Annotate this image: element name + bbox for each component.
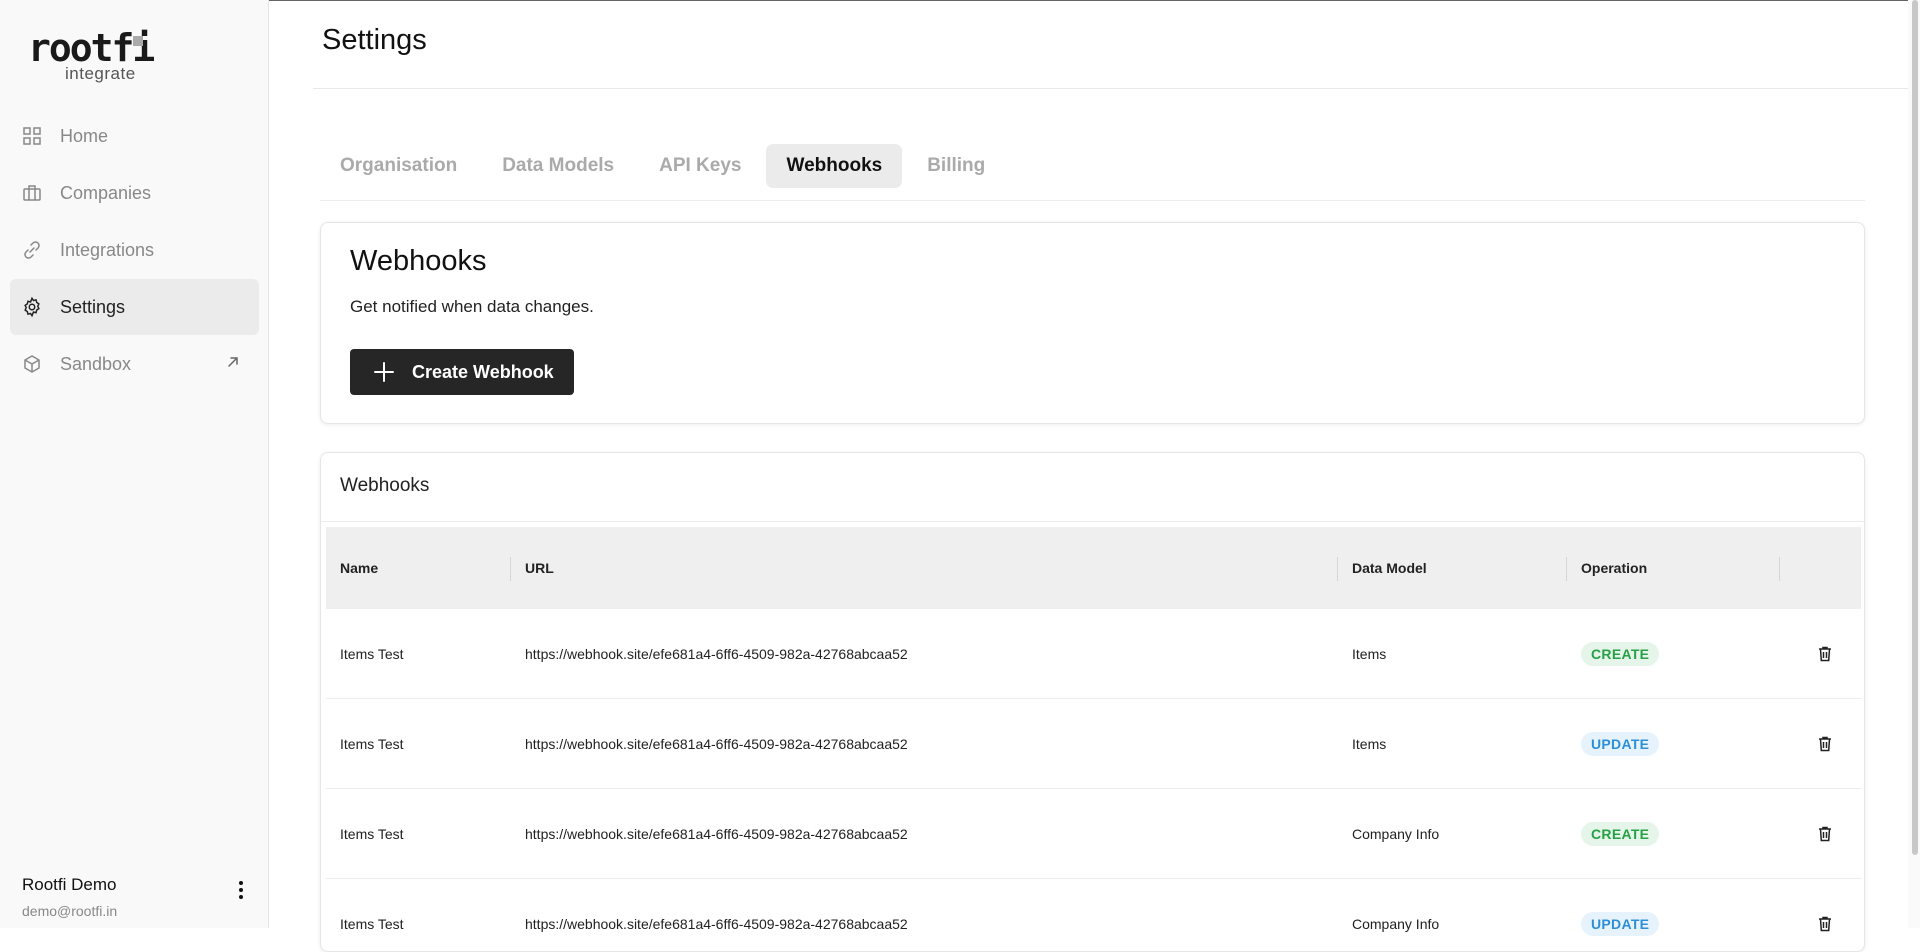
tab-webhooks[interactable]: Webhooks	[766, 144, 903, 188]
cell-name: Items Test	[340, 825, 404, 842]
cell-name: Items Test	[340, 735, 404, 752]
logo-subtitle: integrate	[65, 64, 136, 83]
cell-url: https://webhook.site/efe681a4-6ff6-4509-…	[525, 825, 908, 842]
logo-wordmark: rootfi	[28, 26, 155, 70]
cell-actions	[1780, 645, 1861, 663]
operation-badge: CREATE	[1581, 641, 1660, 666]
table-title: Webhooks	[340, 475, 430, 496]
divider	[321, 521, 1864, 522]
vertical-scrollbar[interactable]	[1908, 0, 1920, 928]
sidebar-item-label: Home	[60, 125, 109, 146]
table-body: Items Test https://webhook.site/efe681a4…	[326, 609, 1861, 951]
gear-icon	[20, 295, 44, 319]
sidebar-item-companies[interactable]: Companies	[10, 165, 259, 221]
operation-badge: CREATE	[1581, 821, 1660, 846]
webhooks-intro-card: Webhooks Get notified when data changes.…	[320, 222, 1865, 424]
link-icon	[20, 238, 44, 262]
sidebar-item-label: Integrations	[60, 239, 155, 260]
table-header: Name URL Data Model Operation	[326, 527, 1861, 609]
scrollbar-thumb[interactable]	[1912, 0, 1918, 855]
user-name: Rootfi Demo	[22, 875, 117, 894]
cell-name: Items Test	[340, 915, 404, 932]
plus-icon	[372, 360, 396, 384]
table-row[interactable]: Items Test https://webhook.site/efe681a4…	[326, 789, 1861, 879]
cell-data-model: Items	[1352, 645, 1387, 662]
sidebar-item-integrations[interactable]: Integrations	[10, 222, 259, 278]
tab-billing[interactable]: Billing	[907, 144, 1005, 188]
sidebar: rootfi integrate Home Companies Integrat…	[0, 0, 269, 928]
trash-icon[interactable]	[1816, 645, 1834, 663]
operation-badge: UPDATE	[1581, 731, 1660, 756]
sidebar-item-label: Sandbox	[60, 353, 132, 374]
tab-api-keys[interactable]: API Keys	[639, 144, 761, 188]
tab-organisation[interactable]: Organisation	[320, 144, 477, 188]
cell-operation: CREATE	[1567, 821, 1780, 846]
tab-data-models[interactable]: Data Models	[482, 144, 634, 188]
column-header-name[interactable]: Name	[326, 527, 511, 609]
box-icon	[20, 352, 44, 376]
create-webhook-button[interactable]: Create Webhook	[350, 349, 574, 395]
sidebar-item-home[interactable]: Home	[10, 108, 259, 164]
cell-actions	[1780, 735, 1861, 753]
trash-icon[interactable]	[1816, 825, 1834, 843]
card-title: Webhooks	[350, 245, 487, 277]
card-subtitle: Get notified when data changes.	[350, 297, 594, 316]
cell-name: Items Test	[340, 645, 404, 662]
button-label: Create Webhook	[412, 361, 554, 382]
window-top-border	[0, 0, 1920, 1]
external-link-icon	[225, 354, 245, 374]
table-row[interactable]: Items Test https://webhook.site/efe681a4…	[326, 699, 1861, 789]
more-options-icon[interactable]	[231, 879, 251, 901]
cell-data-model: Items	[1352, 735, 1387, 752]
cell-actions	[1780, 825, 1861, 843]
cell-data-model: Company Info	[1352, 915, 1440, 932]
cell-operation: UPDATE	[1567, 731, 1780, 756]
sidebar-item-settings[interactable]: Settings	[10, 279, 259, 335]
cell-url: https://webhook.site/efe681a4-6ff6-4509-…	[525, 915, 908, 932]
cell-operation: CREATE	[1567, 641, 1780, 666]
webhooks-table-card: Webhooks Name URL Data Model Operation I…	[320, 452, 1865, 952]
grid-icon	[20, 124, 44, 148]
operation-badge: UPDATE	[1581, 911, 1660, 936]
divider	[313, 88, 1920, 89]
cell-url: https://webhook.site/efe681a4-6ff6-4509-…	[525, 645, 908, 662]
trash-icon[interactable]	[1816, 915, 1834, 933]
trash-icon[interactable]	[1816, 735, 1834, 753]
sidebar-item-sandbox[interactable]: Sandbox	[10, 336, 259, 392]
sidebar-item-label: Settings	[60, 296, 126, 317]
table-row[interactable]: Items Test https://webhook.site/efe681a4…	[326, 609, 1861, 699]
briefcase-icon	[20, 181, 44, 205]
page-title: Settings	[322, 24, 427, 56]
cell-operation: UPDATE	[1567, 911, 1780, 936]
table-row[interactable]: Items Test https://webhook.site/efe681a4…	[326, 879, 1861, 951]
cell-url: https://webhook.site/efe681a4-6ff6-4509-…	[525, 735, 908, 752]
user-profile: Rootfi Demo demo@rootfi.in	[22, 875, 257, 919]
column-header-data-model[interactable]: Data Model	[1338, 527, 1567, 609]
divider	[320, 200, 1865, 201]
column-header-operation[interactable]: Operation	[1567, 527, 1780, 609]
column-header-url[interactable]: URL	[511, 527, 1338, 609]
sidebar-nav: Home Companies Integrations Settings San…	[10, 108, 259, 393]
cell-actions	[1780, 915, 1861, 933]
user-email: demo@rootfi.in	[22, 903, 118, 919]
rootfi-logo[interactable]: rootfi integrate	[28, 28, 155, 88]
cell-data-model: Company Info	[1352, 825, 1440, 842]
settings-tabs: Organisation Data Models API Keys Webhoo…	[320, 144, 1010, 188]
column-header-actions	[1780, 527, 1861, 609]
logo-square	[133, 36, 143, 46]
sidebar-item-label: Companies	[60, 182, 152, 203]
